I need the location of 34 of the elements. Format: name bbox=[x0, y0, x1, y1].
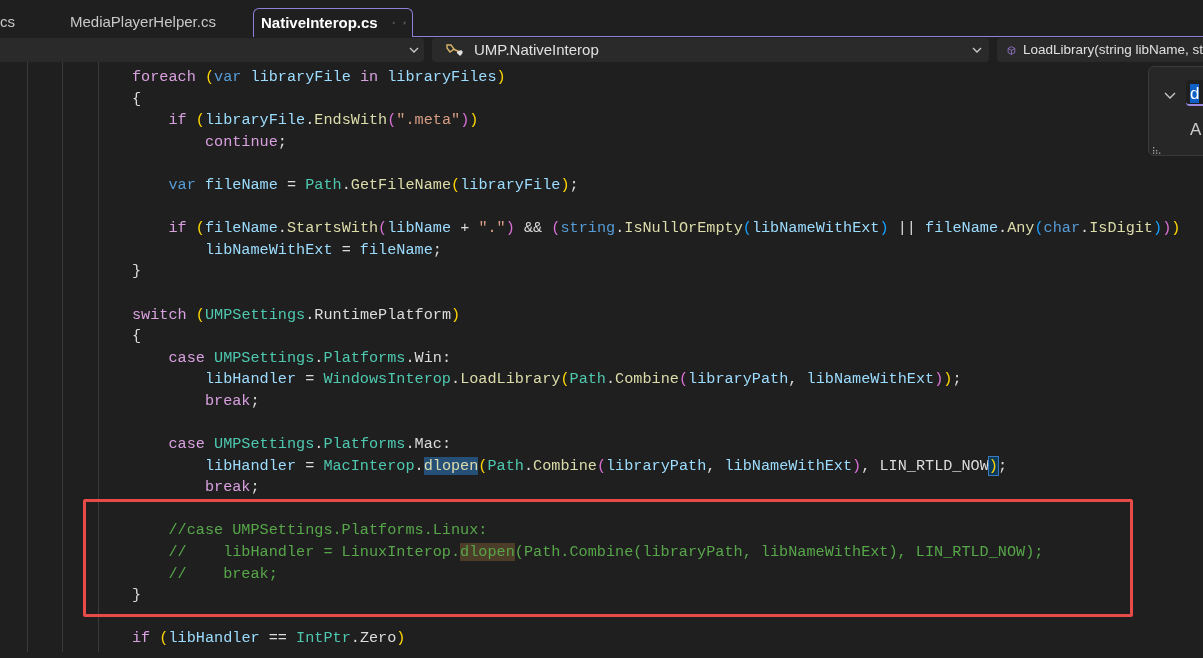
code-line: var fileName = Path.GetFileName(libraryFile); bbox=[168, 174, 579, 196]
type-name: UMP.NativeInterop bbox=[474, 39, 600, 60]
code-line: } bbox=[132, 585, 142, 607]
code-line: } bbox=[132, 261, 142, 283]
code-line: break; bbox=[204, 390, 260, 412]
code-line: { bbox=[132, 88, 142, 110]
code-line: switch (UMPSettings.RuntimePlatform) bbox=[132, 304, 461, 326]
code-line: libHandler = WindowsInterop.LoadLibrary(Path.Combine(libraryPath, libNameWithExt)); bbox=[204, 369, 962, 391]
code-line: break; bbox=[204, 477, 260, 499]
code-line: if (libraryFile.EndsWith(".meta")) bbox=[168, 110, 479, 132]
find-input-field[interactable]: d bbox=[1186, 80, 1203, 106]
code-line: case UMPSettings.Platforms.Win: bbox=[168, 347, 452, 369]
code-comment: // break; bbox=[168, 563, 278, 585]
code-line: libNameWithExt = fileName; bbox=[204, 239, 442, 261]
code-line: if (fileName.StartsWith(libName + ".") && (string.IsNullOrEmpty(libNameWithExt) || fileName.Any(char.IsDigit))) bbox=[168, 218, 1181, 240]
chevron-down-icon bbox=[408, 46, 420, 54]
file-tab[interactable]: cs bbox=[0, 8, 15, 36]
member-name: LoadLibrary(string libName, st bbox=[1022, 40, 1203, 59]
type-dropdown[interactable]: UMP.NativeInterop bbox=[432, 38, 989, 62]
chevron-down-icon bbox=[971, 46, 983, 54]
code-comment: // libHandler = LinuxInterop.dlopen(Path.Combine(libraryPath, libNameWithExt), LIN_RTLD_NOW); bbox=[168, 542, 1044, 564]
class-icon bbox=[444, 42, 466, 58]
match-case-option[interactable]: A bbox=[1190, 120, 1202, 140]
code-line: case UMPSettings.Platforms.Mac: bbox=[168, 434, 452, 456]
code-line: continue; bbox=[204, 131, 287, 153]
resize-grip-icon[interactable] bbox=[1152, 146, 1162, 154]
code-line: foreach (var libraryFile in libraryFiles) bbox=[132, 67, 506, 88]
chevron-down-icon[interactable] bbox=[1163, 91, 1177, 101]
code-line: if (libHandler == IntPtr.Zero) bbox=[132, 628, 406, 650]
member-dropdown[interactable]: LoadLibrary(string libName, st bbox=[997, 38, 1203, 62]
code-line: { bbox=[132, 326, 142, 348]
code-comment: //case UMPSettings.Platforms.Linux: bbox=[168, 520, 488, 542]
file-tab[interactable]: NativeInterop.cs bbox=[253, 8, 413, 37]
file-tab[interactable]: MediaPlayerHelper.cs bbox=[70, 8, 216, 36]
